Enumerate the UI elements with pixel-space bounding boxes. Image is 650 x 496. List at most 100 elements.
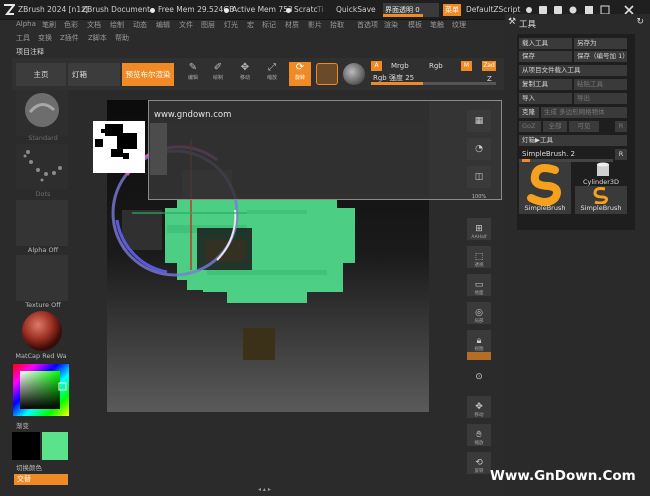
- scale-tool[interactable]: ⤢ 缩放: [261, 62, 283, 86]
- move-tool[interactable]: ✥ 移动: [234, 62, 256, 86]
- lightbox-button[interactable]: 灯箱: [68, 63, 120, 86]
- rotate-view-button[interactable]: ⟲ 旋转: [467, 452, 491, 474]
- brush-standard[interactable]: [16, 90, 68, 136]
- orange-indicator[interactable]: [467, 352, 491, 360]
- menu-item[interactable]: 材质: [285, 20, 299, 30]
- sym-button[interactable]: ⊙: [467, 366, 491, 388]
- right-shelf: ▦ ◔ ◫ 100% ⊞ AAHalf ⬚ 透视 ▭ 地面 ◎ 局部 🔒︎ 视图 ⊙ ✥ 移…: [462, 90, 504, 490]
- load-tool-button[interactable]: 载入工具: [519, 38, 572, 49]
- menu-item[interactable]: 影片: [308, 20, 322, 30]
- bottom-collapse-arrows[interactable]: ◂ ▴ ▸: [258, 486, 271, 493]
- copy-tool-button[interactable]: 复制工具: [519, 79, 572, 90]
- menu-item[interactable]: 笔刷: [42, 20, 56, 30]
- alpha-slot[interactable]: [16, 200, 68, 246]
- menu-item[interactable]: Z脚本: [88, 33, 107, 43]
- mrgb-toggle[interactable]: Mrgb: [391, 62, 409, 70]
- menu-item[interactable]: 工具: [16, 33, 30, 43]
- menu-item[interactable]: 文件: [179, 20, 193, 30]
- goz-all-button[interactable]: 全部: [543, 121, 567, 132]
- lightbox-tools-button[interactable]: 灯箱▶工具: [519, 135, 627, 146]
- local-button[interactable]: ◎ 局部: [467, 302, 491, 324]
- menu-button[interactable]: 菜单: [443, 4, 461, 16]
- menu-item[interactable]: 帮助: [115, 33, 129, 43]
- project-notes[interactable]: 项目注释: [16, 47, 44, 57]
- shelf-button-2[interactable]: ◔: [467, 138, 491, 160]
- a-toggle[interactable]: A: [371, 61, 382, 71]
- home-button[interactable]: 主页: [16, 63, 66, 86]
- current-tool-slider[interactable]: SimpleBrush. 2: [519, 149, 613, 162]
- menu-item[interactable]: 色彩: [64, 20, 78, 30]
- gradient-label[interactable]: 渐变: [16, 420, 78, 430]
- menu-item[interactable]: 纹理: [452, 20, 466, 30]
- perspective-button[interactable]: ⬚ 透视: [467, 246, 491, 268]
- zadd-toggle[interactable]: Zad: [482, 61, 496, 71]
- dots-stroke-icon: [23, 150, 62, 182]
- menu-item[interactable]: 标记: [262, 20, 276, 30]
- material-swatch[interactable]: [316, 63, 338, 85]
- ui-transparency-slider[interactable]: 界面透明 0: [383, 3, 439, 17]
- menu-item[interactable]: Z插件: [60, 33, 79, 43]
- export-button[interactable]: 导出: [574, 93, 627, 104]
- current-tool-r-button[interactable]: R: [615, 149, 627, 160]
- save-button[interactable]: 保存: [519, 51, 572, 62]
- goz-button[interactable]: GoZ: [519, 121, 541, 132]
- rotate-tool[interactable]: ⟳ 旋转: [289, 62, 311, 86]
- secondary-color-swatch[interactable]: [42, 432, 68, 460]
- menu-item[interactable]: 笔触: [430, 20, 444, 30]
- menu-item[interactable]: 模板: [408, 20, 422, 30]
- clone-button[interactable]: 克隆: [519, 107, 539, 118]
- brush-label: Standard: [28, 134, 58, 142]
- menu-item[interactable]: 拾取: [330, 20, 344, 30]
- draw-tool[interactable]: ✐ 绘制: [207, 62, 229, 86]
- menu-item[interactable]: 动态: [133, 20, 147, 30]
- menu-item[interactable]: 宏: [247, 20, 254, 30]
- goz-visible-button[interactable]: 可见: [569, 121, 599, 132]
- main-color-swatch[interactable]: [12, 432, 40, 460]
- scratch-dot-icon: [286, 7, 291, 13]
- menu-item[interactable]: 灯光: [224, 20, 238, 30]
- load-from-project-button[interactable]: 从项目文件载入工具: [519, 65, 627, 76]
- import-button[interactable]: 导入: [519, 93, 572, 104]
- rgb-intensity-slider[interactable]: [371, 82, 496, 85]
- texture-slot[interactable]: [16, 255, 68, 301]
- save-numbered-button[interactable]: 保存（编号加 1）: [574, 51, 627, 62]
- m-toggle[interactable]: M: [461, 61, 472, 71]
- shelf-button-1[interactable]: ▦: [467, 110, 491, 132]
- menu-item[interactable]: 编辑: [156, 20, 170, 30]
- menu-item[interactable]: Alpha: [16, 20, 36, 28]
- make-polymesh-button[interactable]: 生成 多边形网格物体: [541, 107, 627, 118]
- cylinder3d-tool[interactable]: Cylinder3D: [575, 162, 627, 186]
- menu-item[interactable]: 绘制: [110, 20, 124, 30]
- menu-item[interactable]: 文档: [87, 20, 101, 30]
- switch-color-button[interactable]: 切换颜色: [16, 462, 78, 472]
- current-tool-label: SimpleBrush. 2: [522, 150, 576, 158]
- popup-scrollbar[interactable]: [150, 123, 167, 175]
- bpr-render-button[interactable]: 预览布尔渲染: [122, 63, 174, 86]
- save-as-button[interactable]: 另存为: [574, 38, 627, 49]
- default-zscript[interactable]: DefaultZScript: [466, 5, 520, 14]
- alternate-button[interactable]: 交替: [14, 474, 68, 485]
- move-view-button[interactable]: ✥ 移动: [467, 396, 491, 418]
- shelf-button-3[interactable]: ◫: [467, 166, 491, 188]
- menu-item[interactable]: 变换: [38, 33, 52, 43]
- lock-button[interactable]: 🔒︎ 视图: [467, 330, 491, 352]
- stroke-dots[interactable]: [16, 144, 68, 190]
- simplebrush-tool-small[interactable]: SimpleBrush: [575, 186, 627, 214]
- paste-tool-button[interactable]: 粘贴工具: [574, 79, 627, 90]
- sphere-swatch-icon[interactable]: [343, 63, 365, 85]
- refresh-icon[interactable]: ↻: [636, 17, 644, 27]
- menu-item[interactable]: 图层: [201, 20, 215, 30]
- document-menu[interactable]: ZBrush Document: [82, 5, 150, 14]
- material-slot[interactable]: [16, 310, 68, 356]
- quicksave-button[interactable]: QuickSave: [336, 5, 376, 14]
- simplebrush-tool-large[interactable]: SimpleBrush: [519, 162, 571, 214]
- scale-view-button[interactable]: ✋︎ 缩放: [467, 424, 491, 446]
- aahalf-button[interactable]: ⊞ AAHalf: [467, 218, 491, 240]
- goz-r-button[interactable]: R: [615, 121, 627, 132]
- menu-item[interactable]: 首选项: [357, 20, 378, 30]
- edit-tool[interactable]: ✎ 编辑: [182, 62, 204, 86]
- color-picker[interactable]: [12, 363, 70, 417]
- floor-button[interactable]: ▭ 地面: [467, 274, 491, 296]
- menu-item[interactable]: 渲染: [384, 20, 398, 30]
- rgb-toggle[interactable]: Rgb: [429, 62, 443, 70]
